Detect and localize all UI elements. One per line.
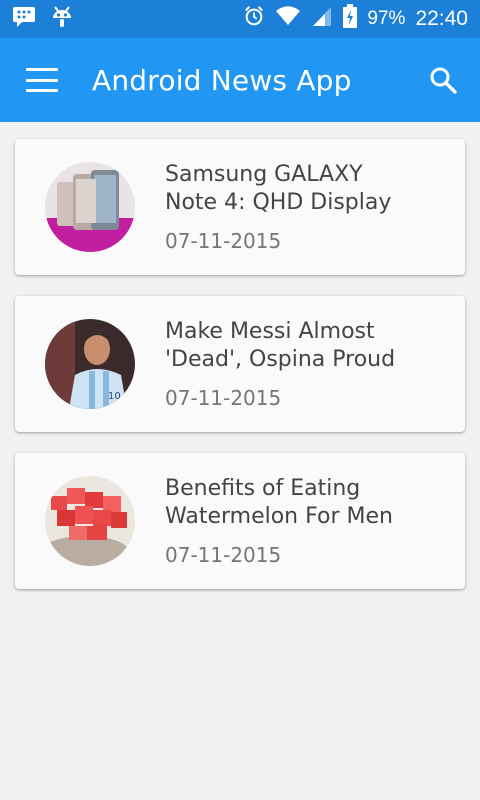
article-title: Make Messi Almost 'Dead', Ospina Proud	[165, 319, 396, 372]
article-title: Benefits of Eating Watermelon For Men	[165, 476, 393, 529]
wifi-icon	[275, 5, 301, 33]
article-thumbnail	[45, 162, 135, 252]
menu-icon[interactable]	[26, 68, 58, 92]
signal-icon	[311, 5, 333, 33]
article-date: 07-11-2015	[165, 386, 282, 410]
article-thumbnail	[45, 476, 135, 566]
app-title: Android News App	[92, 63, 352, 97]
app-bar: Android News App	[0, 38, 480, 122]
status-bar: 97% 22:40	[0, 0, 480, 38]
battery-icon	[343, 4, 358, 34]
news-card[interactable]: Benefits of Eating Watermelon For Men 07…	[15, 453, 465, 589]
alarm-icon	[243, 5, 265, 33]
article-date: 07-11-2015	[165, 543, 282, 567]
clock: 22:40	[415, 7, 468, 30]
article-title: Samsung GALAXY Note 4: QHD Display and	[165, 162, 392, 215]
android-icon	[50, 5, 74, 34]
chat-icon	[12, 6, 36, 33]
article-date: 07-11-2015	[165, 229, 282, 253]
battery-percent: 97%	[367, 8, 406, 29]
svg-text:10: 10	[108, 391, 121, 402]
article-thumbnail: 10	[45, 319, 135, 409]
news-card[interactable]: 10 Make Messi Almost 'Dead', Ospina Prou…	[15, 296, 465, 432]
search-icon[interactable]	[426, 63, 460, 97]
news-card[interactable]: Samsung GALAXY Note 4: QHD Display and 0…	[15, 139, 465, 275]
news-list: Samsung GALAXY Note 4: QHD Display and 0…	[0, 122, 480, 589]
